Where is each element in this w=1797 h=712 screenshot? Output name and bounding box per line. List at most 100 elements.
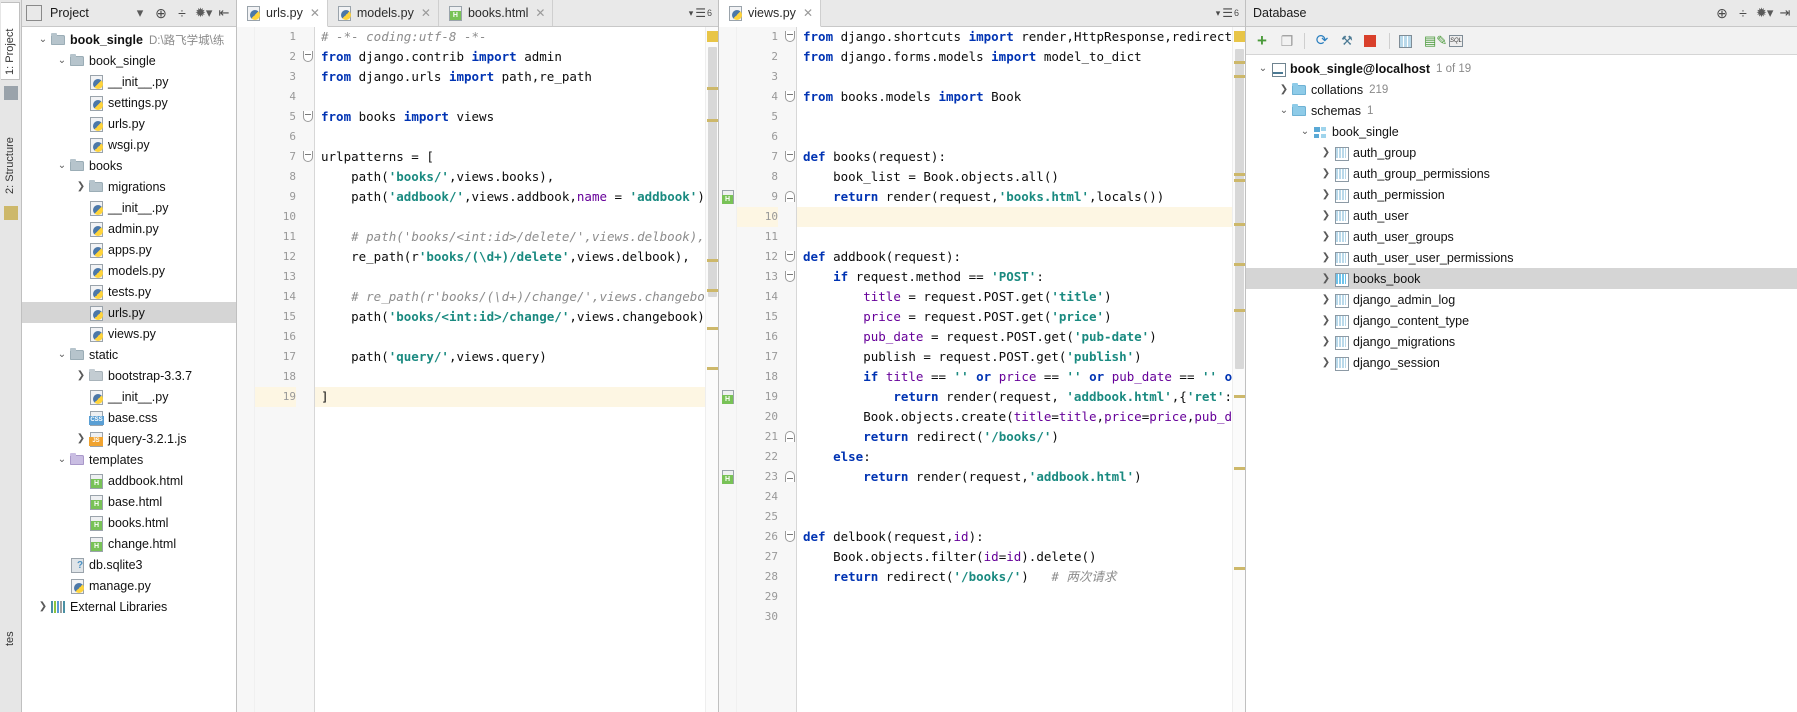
code-line[interactable] (315, 127, 705, 147)
code-line[interactable]: # path('books/<int:id>/delete/',views.de… (315, 227, 705, 247)
gear-icon[interactable]: ✹▾ (1756, 5, 1773, 21)
editor-left-tabbar[interactable]: urls.py ✕ models.py ✕ books.html ✕ ▾☰6 (237, 0, 718, 27)
code-line[interactable]: path('addbook/',views.addbook,name = 'ad… (315, 187, 705, 207)
chevron-down-icon[interactable]: ⌄ (1277, 105, 1291, 116)
collapse-all-icon[interactable]: ÷ (174, 5, 190, 21)
tree-item[interactable]: settings.py (22, 92, 236, 113)
code-line[interactable]: from django.urls import path,re_path (315, 67, 705, 87)
tree-item-selected[interactable]: ❯ books_book (1246, 268, 1797, 289)
chevron-right-icon[interactable]: ❯ (1319, 168, 1333, 179)
code-line[interactable]: path('books/<int:id>/change/',views.chan… (315, 307, 705, 327)
fold-end-icon[interactable] (785, 471, 795, 482)
editor-right-marker-gutter[interactable] (719, 27, 737, 712)
code-line[interactable] (315, 267, 705, 287)
code-line[interactable] (797, 487, 1232, 507)
editor-tab[interactable]: views.py ✕ (719, 0, 821, 27)
tree-item-selected[interactable]: urls.py (22, 302, 236, 323)
tabbar-overflow[interactable]: ▾ ☰ 6 (1216, 0, 1245, 26)
chevron-right-icon[interactable]: ❯ (1319, 147, 1333, 158)
editor-left-text[interactable]: # -*- coding:utf-8 -*- from django.contri… (315, 27, 705, 712)
editor-left-marker-gutter[interactable] (237, 27, 255, 712)
code-line[interactable] (315, 87, 705, 107)
tabbar-overflow[interactable]: ▾ ☰ 6 (689, 0, 718, 26)
fold-collapse-icon[interactable] (785, 91, 795, 102)
tree-item[interactable]: ❯ django_migrations (1246, 331, 1797, 352)
editor-right-tabbar[interactable]: views.py ✕ ▾ ☰ 6 (719, 0, 1245, 27)
tree-item[interactable]: __init__.py (22, 197, 236, 218)
tab-list-icon[interactable]: ☰ (695, 6, 706, 20)
code-line[interactable] (797, 127, 1232, 147)
editor-left-error-stripe[interactable] (705, 27, 718, 712)
chevron-right-icon[interactable]: ❯ (74, 370, 88, 381)
code-line[interactable]: publish = request.POST.get('publish') (797, 347, 1232, 367)
sql-console-icon[interactable]: SQL (1449, 33, 1465, 49)
favorites-strip-label[interactable]: tes (1, 590, 19, 650)
editor-right-fold-bar[interactable] (783, 27, 797, 712)
hide-icon[interactable]: ⇤ (216, 5, 232, 21)
tree-item[interactable]: models.py (22, 260, 236, 281)
fold-end-icon[interactable] (785, 191, 795, 202)
locate-icon[interactable]: ⊕ (1714, 5, 1730, 21)
code-line[interactable]: # re_path(r'books/(\d+)/change/',views.c… (315, 287, 705, 307)
tree-item[interactable]: apps.py (22, 239, 236, 260)
code-line[interactable]: def addbook(request): (797, 247, 1232, 267)
tree-item[interactable]: ❯ django_admin_log (1246, 289, 1797, 310)
tree-item[interactable]: ❯ jquery-3.2.1.js (22, 428, 236, 449)
code-line[interactable] (315, 207, 705, 227)
fold-collapse-icon[interactable] (785, 271, 795, 282)
collapse-all-icon[interactable]: ÷ (1735, 5, 1751, 21)
chevron-right-icon[interactable]: ❯ (1319, 357, 1333, 368)
tree-item[interactable]: ⌄ templates (22, 449, 236, 470)
chevron-down-icon[interactable]: ⌄ (55, 454, 69, 465)
tree-item[interactable]: base.html (22, 491, 236, 512)
html-template-marker-icon[interactable] (721, 470, 735, 484)
code-line[interactable]: def books(request): (797, 147, 1232, 167)
code-line[interactable] (797, 607, 1232, 627)
tree-item[interactable]: views.py (22, 323, 236, 344)
tree-item[interactable]: addbook.html (22, 470, 236, 491)
tree-item[interactable]: ⌄ book_single (22, 50, 236, 71)
chevron-down-icon[interactable]: ⌄ (36, 34, 50, 45)
editor-right-text[interactable]: from django.shortcuts import render,Http… (797, 27, 1232, 712)
chevron-down-icon[interactable]: ⌄ (55, 349, 69, 360)
chevron-right-icon[interactable]: ❯ (1319, 252, 1333, 263)
tree-item[interactable]: ❯ auth_group_permissions (1246, 163, 1797, 184)
tree-item[interactable]: ❯ External Libraries (22, 596, 236, 617)
code-line[interactable]: return render(request,'addbook.html') (797, 467, 1232, 487)
code-line[interactable] (315, 327, 705, 347)
html-template-marker-icon[interactable] (721, 390, 735, 404)
code-line[interactable]: Book.objects.create(title=title,price=pr… (797, 407, 1232, 427)
code-line[interactable]: return redirect('/books/') # 两次请求 (797, 567, 1232, 587)
code-line[interactable]: urlpatterns = [ (315, 147, 705, 167)
tree-item[interactable]: manage.py (22, 575, 236, 596)
code-line[interactable]: if title == '' or price == '' or pub_dat… (797, 367, 1232, 387)
code-line[interactable]: from books import views (315, 107, 705, 127)
code-line[interactable]: else: (797, 447, 1232, 467)
chevron-down-icon[interactable]: ⌄ (1256, 63, 1270, 74)
editor-right-code-area[interactable]: 1234567891011121314151617181920212223242… (719, 27, 1245, 712)
tree-item[interactable]: change.html (22, 533, 236, 554)
tree-item[interactable]: ❯ auth_user_user_permissions (1246, 247, 1797, 268)
chevron-right-icon[interactable]: ❯ (1319, 189, 1333, 200)
code-line[interactable] (797, 207, 1232, 227)
tree-item[interactable]: tests.py (22, 281, 236, 302)
tool-tab-project[interactable]: 1: Project (1, 2, 20, 80)
tree-item[interactable]: ⌄ book_single (1246, 121, 1797, 142)
fold-collapse-icon[interactable] (303, 151, 313, 162)
code-line[interactable]: from django.contrib import admin (315, 47, 705, 67)
tree-item[interactable]: ❯ django_session (1246, 352, 1797, 373)
chevron-right-icon[interactable]: ❯ (1319, 231, 1333, 242)
fold-end-icon[interactable] (785, 431, 795, 442)
datasource-icon[interactable]: ⚒ (1339, 33, 1355, 49)
tree-item[interactable]: __init__.py (22, 386, 236, 407)
editor-tab[interactable]: books.html ✕ (439, 0, 554, 26)
close-icon[interactable]: ✕ (310, 6, 320, 20)
warning-marker[interactable] (707, 31, 718, 42)
run-query-icon[interactable]: ▤✎ (1424, 33, 1447, 49)
code-line[interactable]: from books.models import Book (797, 87, 1232, 107)
code-line[interactable]: from django.forms.models import model_to… (797, 47, 1232, 67)
add-icon[interactable]: + (1254, 32, 1270, 49)
chevron-down-icon[interactable]: ▾ (132, 5, 148, 21)
locate-icon[interactable]: ⊕ (153, 5, 169, 21)
code-line[interactable]: if request.method == 'POST': (797, 267, 1232, 287)
